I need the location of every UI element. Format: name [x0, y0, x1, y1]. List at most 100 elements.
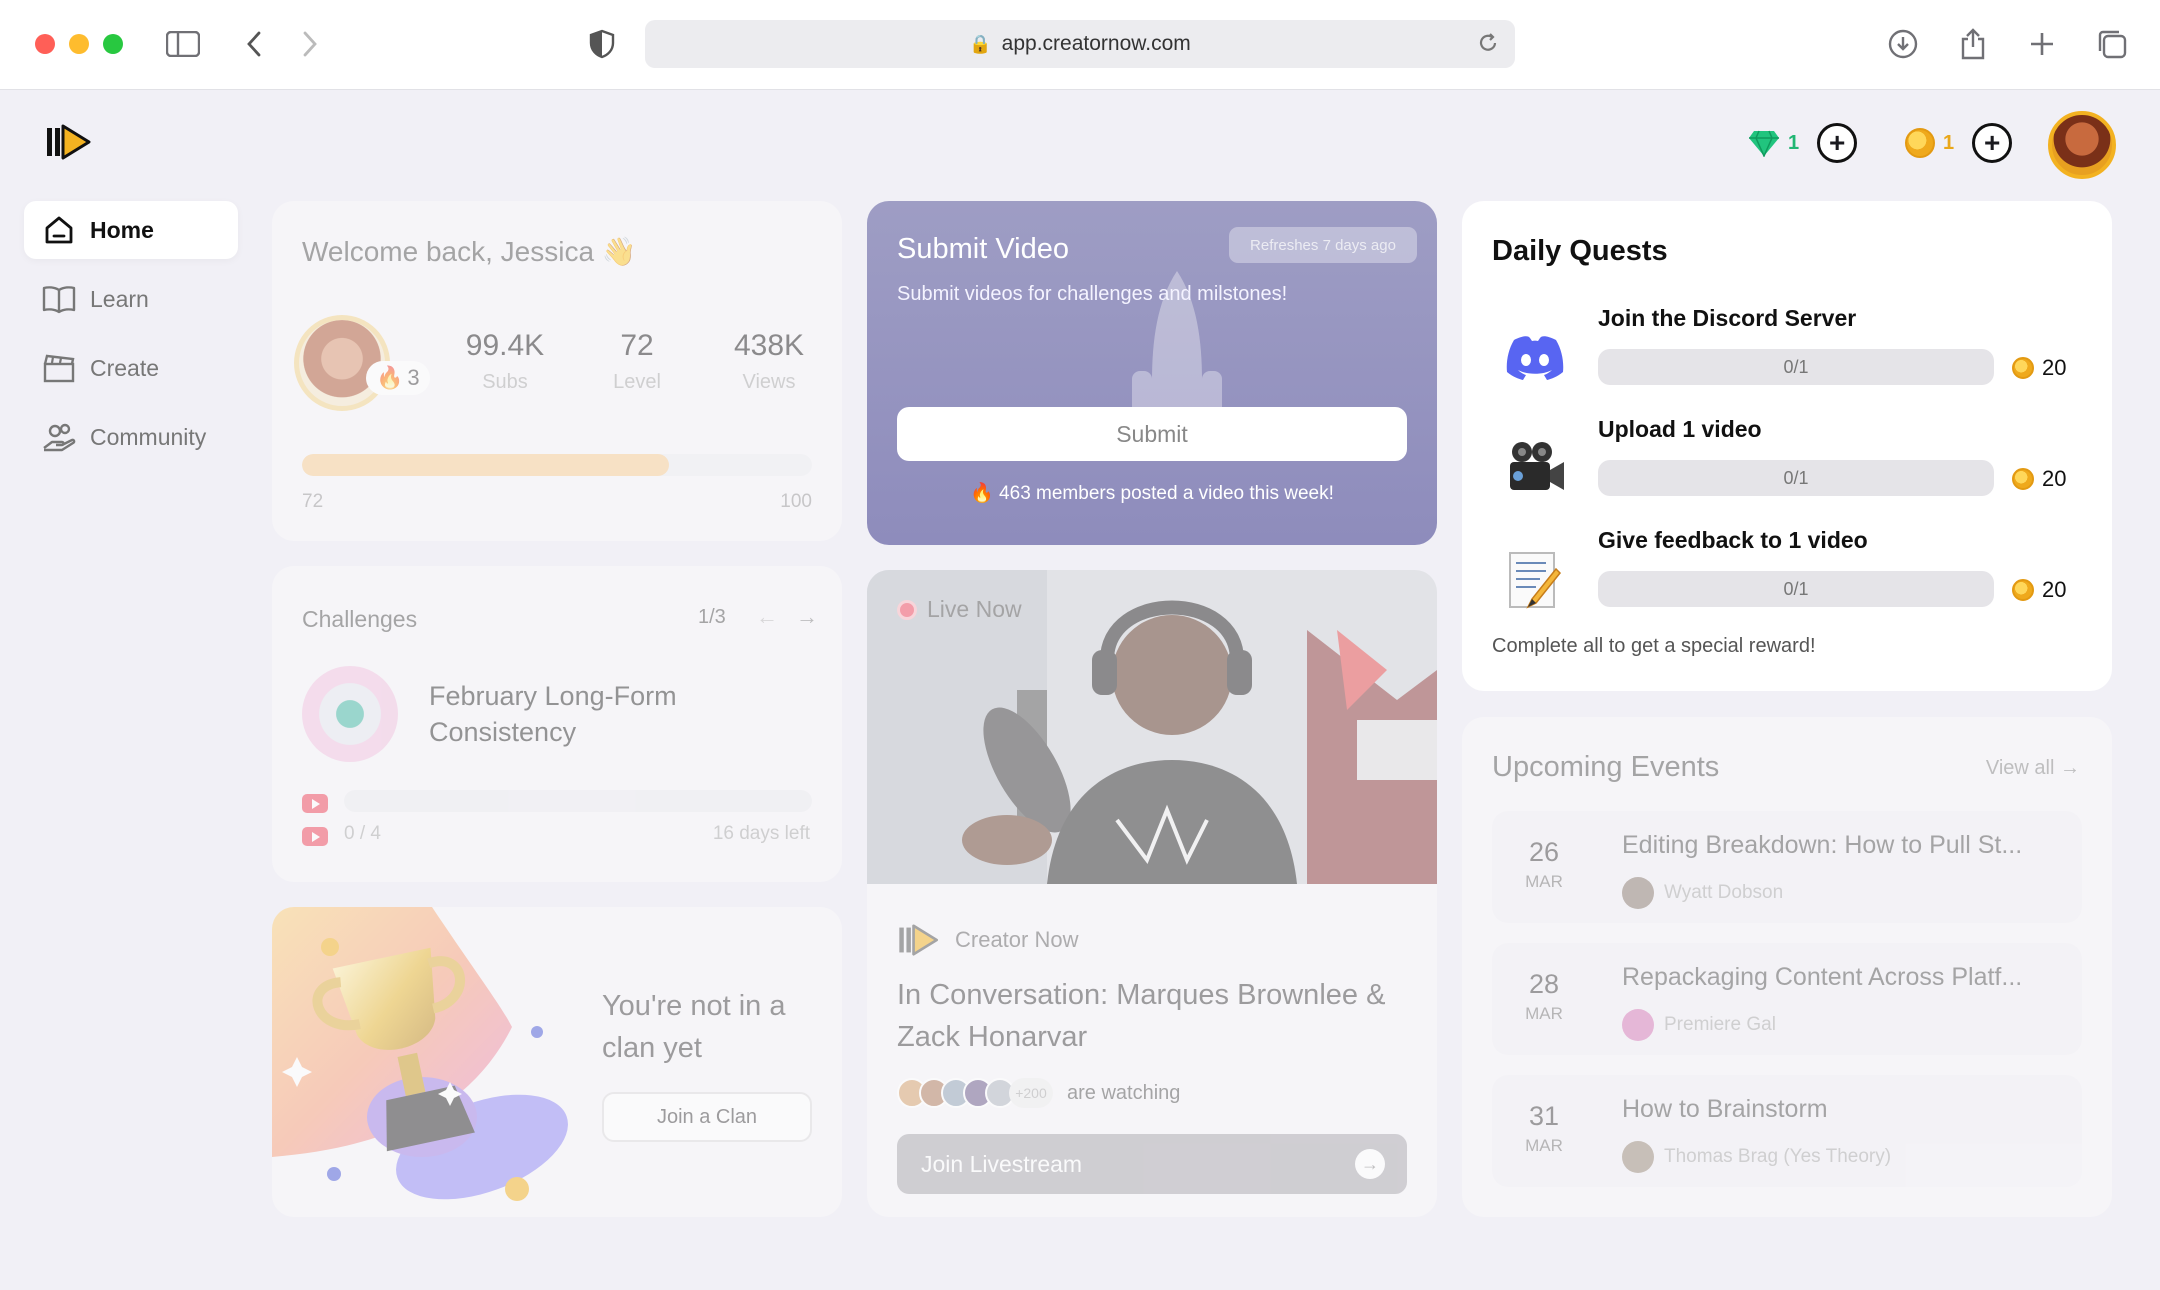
- downloads-icon[interactable]: [1881, 22, 1925, 66]
- user-avatar[interactable]: [2048, 111, 2116, 179]
- book-icon: [42, 282, 76, 316]
- challenge-progress-text: 0 / 4: [344, 823, 381, 844]
- creator-now-logo[interactable]: [45, 124, 91, 165]
- level-progress-fill: [302, 454, 670, 476]
- event-title: Repackaging Content Across Platf...: [1622, 963, 2023, 991]
- sidebar-toggle-icon[interactable]: [161, 22, 205, 66]
- url-text: app.creatornow.com: [1001, 32, 1191, 55]
- event-item[interactable]: 28 MAR Repackaging Content Across Platf.…: [1492, 943, 2082, 1055]
- back-icon[interactable]: [232, 22, 276, 66]
- daily-quests-card: Daily Quests Join the Discord Server 0/1…: [1462, 201, 2112, 691]
- privacy-shield-icon[interactable]: [580, 22, 624, 66]
- event-month: MAR: [1525, 872, 1563, 891]
- clapperboard-icon: [42, 351, 76, 385]
- coin-icon: [2012, 357, 2034, 379]
- reload-icon[interactable]: [1477, 32, 1499, 60]
- live-now-badge: Live Now: [897, 596, 1022, 623]
- host-avatar: [1622, 877, 1654, 909]
- join-clan-button[interactable]: Join a Clan: [602, 1092, 812, 1142]
- quest-reward-amount: 20: [2042, 577, 2067, 602]
- quest-progress-bar: 0/1: [1598, 460, 1994, 496]
- forward-icon[interactable]: [288, 22, 332, 66]
- wave-emoji: 👋: [601, 236, 637, 267]
- view-all-link[interactable]: View all →: [1986, 757, 2080, 780]
- sidebar-item-create[interactable]: Create: [24, 339, 238, 397]
- event-title: Editing Breakdown: How to Pull St...: [1622, 831, 2023, 859]
- fire-icon: 🔥: [376, 365, 404, 390]
- livestream-title: In Conversation: Marques Brownlee & Zack…: [897, 979, 1386, 1053]
- sidebar-item-learn[interactable]: Learn: [24, 270, 238, 328]
- sidebar-item-label: Community: [90, 423, 207, 450]
- add-gems-button[interactable]: +: [1817, 123, 1858, 163]
- close-window-button[interactable]: [35, 34, 55, 54]
- stat-views: 438K Views: [714, 329, 824, 394]
- event-month: MAR: [1525, 1136, 1563, 1155]
- refresh-badge: Refreshes 7 days ago: [1229, 227, 1417, 263]
- sidebar-nav: Home Learn Create Community: [24, 201, 238, 477]
- quest-item[interactable]: Join the Discord Server 0/1 20: [1492, 305, 2082, 405]
- coin-balance: 1 +: [1905, 118, 2013, 168]
- stat-value: 72: [620, 329, 654, 362]
- channel-name: Creator Now: [955, 927, 1079, 952]
- community-hands-icon: [42, 420, 76, 454]
- arrow-right-icon: →: [2060, 757, 2080, 779]
- memo-icon: [1492, 537, 1578, 623]
- daily-quests-title: Daily Quests: [1492, 235, 1668, 267]
- quest-name: Join the Discord Server: [1598, 305, 1857, 331]
- browser-toolbar: 🔒 app.creatornow.com: [0, 0, 2160, 90]
- gem-balance: 1 +: [1748, 118, 1858, 168]
- next-arrow-icon[interactable]: →: [796, 604, 836, 629]
- join-livestream-button[interactable]: Join Livestream →: [897, 1134, 1407, 1194]
- level-min: 72: [302, 491, 324, 512]
- host-avatar: [1622, 1009, 1654, 1041]
- quest-name: Give feedback to 1 video: [1598, 527, 1868, 553]
- address-bar[interactable]: 🔒 app.creatornow.com: [645, 20, 1515, 68]
- view-all-label: View all: [1985, 757, 2055, 779]
- stat-level: 72 Level: [582, 329, 692, 394]
- challenge-progress-bar: [344, 790, 812, 812]
- upcoming-events-card: Upcoming Events View all → 26 MAR Editin…: [1462, 717, 2112, 1217]
- add-coins-button[interactable]: +: [1972, 123, 2013, 163]
- home-icon: [42, 213, 76, 247]
- event-day: 28: [1528, 969, 1560, 999]
- sidebar-item-home[interactable]: Home: [24, 201, 238, 259]
- minimize-window-button[interactable]: [69, 34, 89, 54]
- viewers-row: +200 are watching: [897, 1078, 1180, 1108]
- event-date: 31 MAR: [1510, 1101, 1578, 1156]
- coin-icon: [2012, 468, 2034, 490]
- event-item[interactable]: 26 MAR Editing Breakdown: How to Pull St…: [1492, 811, 2082, 923]
- event-item[interactable]: 31 MAR How to Brainstorm Thomas Brag (Ye…: [1492, 1075, 2082, 1187]
- challenges-page-indicator: 1/3: [698, 606, 726, 628]
- prev-arrow-icon[interactable]: ←: [756, 604, 796, 629]
- stat-value: 99.4K: [465, 329, 545, 362]
- watching-label: are watching: [1067, 1081, 1181, 1104]
- youtube-icon: [302, 827, 328, 846]
- quest-progress-bar: 0/1: [1598, 349, 1994, 385]
- sidebar-item-community[interactable]: Community: [24, 408, 238, 466]
- challenges-title: Challenges: [302, 606, 418, 632]
- challenge-name[interactable]: February Long-Form Consistency: [429, 678, 719, 750]
- host-avatar: [1622, 1141, 1654, 1173]
- stat-label: Subs: [482, 371, 528, 393]
- submit-video-title: Submit Video: [897, 233, 1069, 265]
- submit-button[interactable]: Submit: [897, 407, 1407, 461]
- event-title: How to Brainstorm: [1622, 1095, 1828, 1123]
- channel-row: Creator Now: [897, 924, 1078, 956]
- new-tab-icon[interactable]: [2020, 22, 2064, 66]
- welcome-card: Welcome back, Jessica 👋 🔥 3 99.4K Subs 7…: [272, 201, 842, 541]
- stat-label: Level: [613, 371, 661, 393]
- quest-item[interactable]: Upload 1 video 0/1 20: [1492, 416, 2082, 516]
- quest-reward: 20: [2012, 577, 2066, 603]
- share-icon[interactable]: [1951, 22, 1995, 66]
- live-now-label: Live Now: [927, 596, 1022, 622]
- upcoming-events-title: Upcoming Events: [1492, 751, 1720, 783]
- zoom-window-button[interactable]: [103, 34, 123, 54]
- event-date: 26 MAR: [1510, 837, 1578, 892]
- quest-progress-bar: 0/1: [1598, 571, 1994, 607]
- welcome-heading: Welcome back, Jessica 👋: [302, 235, 637, 268]
- challenges-card: Challenges 1/3 ←→ February Long-Form Con…: [272, 566, 842, 882]
- quest-reward: 20: [2012, 466, 2066, 492]
- quest-item[interactable]: Give feedback to 1 video 0/1 20: [1492, 527, 2082, 627]
- live-dot-icon: [897, 599, 917, 620]
- tab-overview-icon[interactable]: [2090, 22, 2134, 66]
